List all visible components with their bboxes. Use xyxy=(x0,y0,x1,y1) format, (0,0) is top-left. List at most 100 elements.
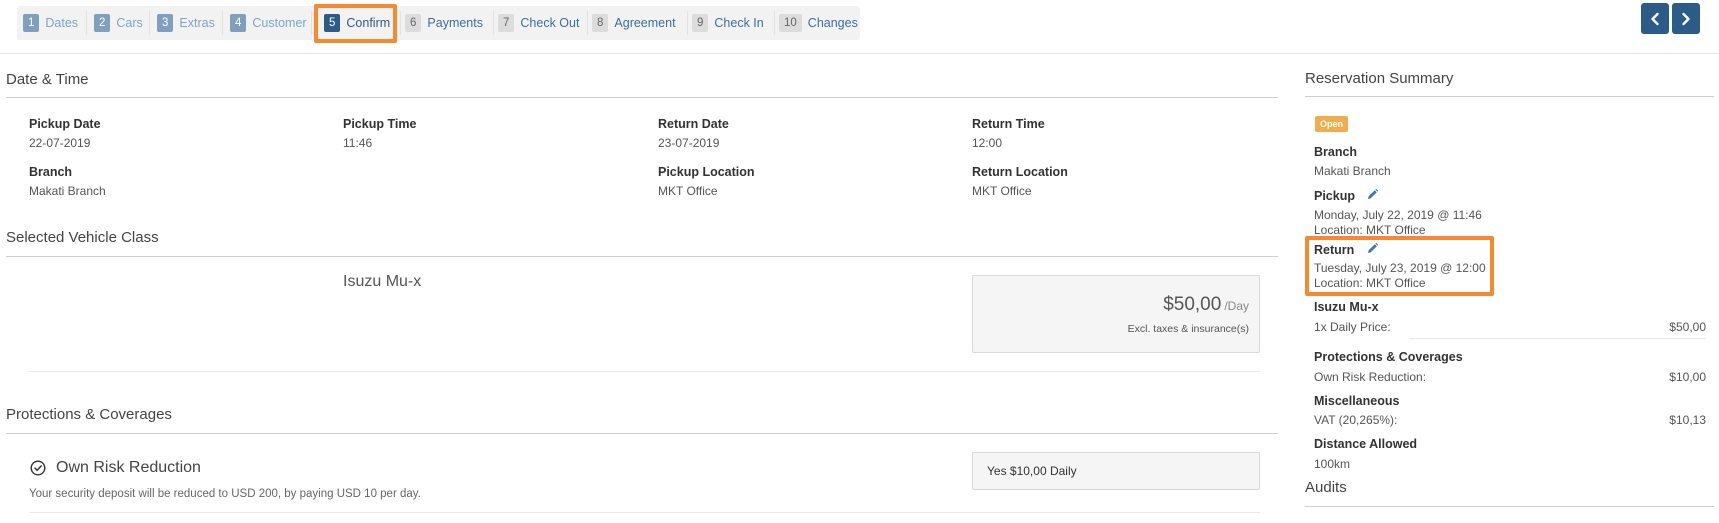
return-location-label: Return Location xyxy=(972,165,1068,179)
price-note: Excl. taxes & insurance(s) xyxy=(1127,323,1249,335)
coverage-selection[interactable]: Yes $10,00 Daily xyxy=(972,452,1260,490)
return-time-label: Return Time xyxy=(972,117,1045,131)
coverage-divider xyxy=(29,512,1260,513)
step-customer[interactable]: 4 Customer xyxy=(230,6,307,40)
section-divider xyxy=(6,433,1278,434)
step-number: 5 xyxy=(324,14,341,32)
step-divider xyxy=(400,11,401,35)
vehicle-divider xyxy=(29,371,1260,372)
coverage-item: Own Risk Reduction xyxy=(30,459,201,477)
vat-amount: $10,13 xyxy=(1669,413,1706,427)
summary-pickup-label: Pickup xyxy=(1314,188,1379,203)
pencil-icon[interactable] xyxy=(1366,242,1379,255)
section-divider xyxy=(6,256,1278,257)
orr-amount: $10,00 xyxy=(1669,370,1706,384)
orr-label: Own Risk Reduction: xyxy=(1314,370,1427,384)
step-changes[interactable]: 10 Changes xyxy=(779,6,858,40)
step-number: 2 xyxy=(94,14,111,32)
step-number: 3 xyxy=(157,14,174,32)
step-divider xyxy=(774,11,775,35)
step-agreement[interactable]: 8 Agreement xyxy=(592,6,676,40)
summary-pickup-datetime: Monday, July 22, 2019 @ 11:46 xyxy=(1314,208,1482,222)
step-extras[interactable]: 3 Extras xyxy=(157,6,215,40)
step-label: Check In xyxy=(714,16,764,30)
date-time-title: Date & Time xyxy=(6,71,89,88)
pickup-time-value: 11:46 xyxy=(343,136,373,150)
step-divider xyxy=(687,11,688,35)
step-divider xyxy=(587,11,588,35)
step-cars[interactable]: 2 Cars xyxy=(94,6,143,40)
step-number: 10 xyxy=(779,14,802,32)
step-label: Customer xyxy=(252,16,307,30)
return-date-label: Return Date xyxy=(658,117,729,131)
step-payments[interactable]: 6 Payments xyxy=(405,6,483,40)
previous-button[interactable] xyxy=(1641,3,1669,34)
summary-distance-value: 100km xyxy=(1314,457,1351,471)
vehicle-class-title: Selected Vehicle Class xyxy=(6,229,159,246)
section-divider xyxy=(6,97,1278,98)
step-label: Check Out xyxy=(520,16,580,30)
summary-divider xyxy=(1305,96,1714,97)
summary-return-datetime: Tuesday, July 23, 2019 @ 12:00 xyxy=(1314,261,1486,275)
audits-divider xyxy=(1305,506,1714,507)
step-divider xyxy=(149,11,150,35)
chevron-left-icon xyxy=(1651,12,1659,25)
return-time-value: 12:00 xyxy=(972,136,1003,150)
price-amount: $50,00 xyxy=(1163,294,1222,315)
return-date-value: 23-07-2019 xyxy=(658,136,720,150)
step-divider xyxy=(222,11,223,35)
step-label: Cars xyxy=(116,16,143,30)
summary-pickup-location: Location: MKT Office xyxy=(1314,223,1426,237)
step-number: 9 xyxy=(692,14,709,32)
step-number: 8 xyxy=(592,14,609,32)
step-divider xyxy=(493,11,494,35)
summary-distance-label: Distance Allowed xyxy=(1314,437,1418,451)
step-check-out[interactable]: 7 Check Out xyxy=(498,6,579,40)
step-check-in[interactable]: 9 Check In xyxy=(692,6,764,40)
daily-price-label: 1x Daily Price: xyxy=(1314,320,1391,334)
step-label: Changes xyxy=(807,16,858,30)
step-number: 4 xyxy=(230,14,247,32)
step-label: Agreement xyxy=(614,16,676,30)
pickup-time-label: Pickup Time xyxy=(343,117,417,131)
price-divider xyxy=(1410,338,1706,339)
step-number: 7 xyxy=(498,14,515,32)
check-circle-icon xyxy=(30,460,46,476)
status-badge: Open xyxy=(1315,116,1349,132)
step-dates[interactable]: 1 Dates xyxy=(23,6,78,40)
summary-branch-value: Makati Branch xyxy=(1314,164,1391,178)
step-label: Confirm xyxy=(346,16,391,30)
summary-title: Reservation Summary xyxy=(1305,70,1454,87)
vehicle-price-box: $50,00/Day Excl. taxes & insurance(s) xyxy=(972,275,1260,353)
return-heading: Return xyxy=(1314,243,1355,257)
coverage-description: Your security deposit will be reduced to… xyxy=(29,488,421,500)
summary-vehicle-label: Isuzu Mu-x xyxy=(1314,300,1379,314)
branch-label: Branch xyxy=(29,165,73,179)
step-number: 6 xyxy=(405,14,422,32)
pickup-date-label: Pickup Date xyxy=(29,117,101,131)
step-number: 1 xyxy=(23,14,40,32)
pencil-icon[interactable] xyxy=(1366,188,1379,201)
step-divider xyxy=(86,11,87,35)
coverage-name: Own Risk Reduction xyxy=(56,459,201,476)
next-button[interactable] xyxy=(1672,3,1700,34)
header-divider xyxy=(0,53,1719,54)
pickup-location-label: Pickup Location xyxy=(658,165,755,179)
vehicle-price: $50,00/Day xyxy=(1163,294,1249,316)
branch-value: Makati Branch xyxy=(29,184,106,198)
step-label: Extras xyxy=(179,16,215,30)
pickup-heading: Pickup xyxy=(1314,189,1355,203)
step-label: Dates xyxy=(45,16,79,30)
audits-title: Audits xyxy=(1305,479,1347,496)
vat-label: VAT (20,265%): xyxy=(1314,413,1398,427)
price-period: /Day xyxy=(1224,299,1249,313)
summary-protections-label: Protections & Coverages xyxy=(1314,350,1463,364)
wizard-steps: 1 Dates 2 Cars 3 Extras 4 Customer 5 Con… xyxy=(17,6,860,40)
daily-price-amount: $50,00 xyxy=(1669,320,1706,334)
pickup-date-value: 22-07-2019 xyxy=(29,136,91,150)
summary-branch-label: Branch xyxy=(1314,145,1358,159)
chevron-right-icon xyxy=(1682,12,1690,25)
step-divider xyxy=(311,11,312,35)
summary-return-location: Location: MKT Office xyxy=(1314,276,1426,290)
step-confirm[interactable]: 5 Confirm xyxy=(324,6,390,40)
